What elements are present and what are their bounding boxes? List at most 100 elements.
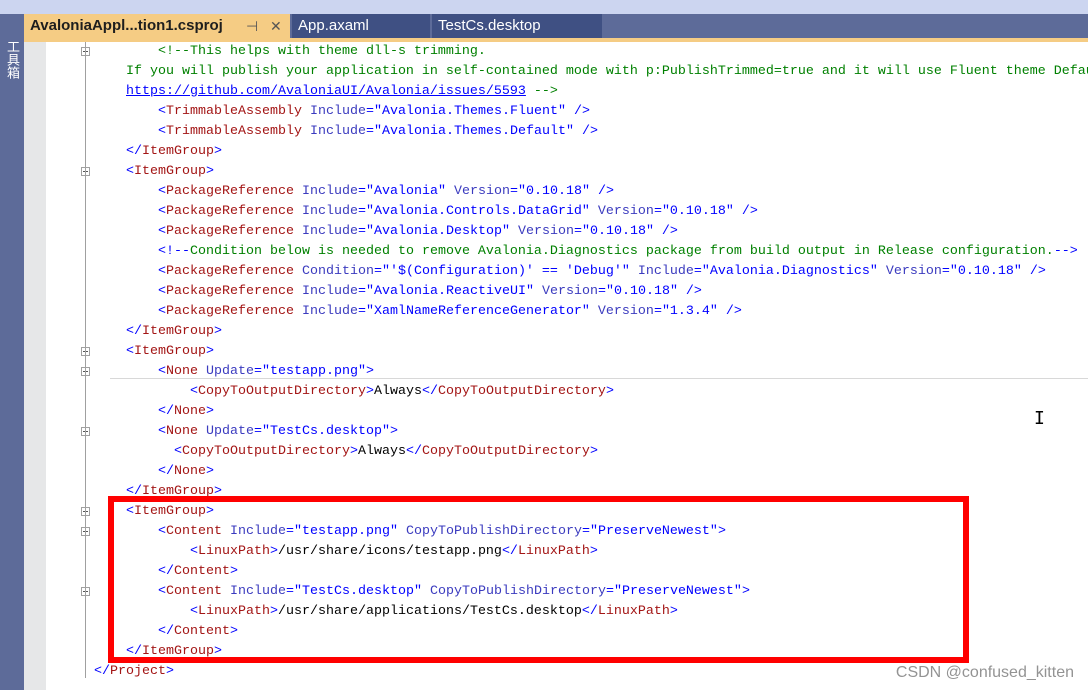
- code-line[interactable]: https://github.com/AvaloniaUI/Avalonia/i…: [126, 82, 558, 102]
- code-token: Include: [293, 284, 358, 299]
- code-line[interactable]: </ItemGroup>: [126, 142, 222, 162]
- code-token: >: [213, 324, 222, 339]
- code-line[interactable]: <ItemGroup>: [126, 342, 214, 362]
- code-token: </: [421, 384, 438, 399]
- code-token: "0.10.18": [661, 204, 734, 219]
- code-token: "Avalonia.Diagnostics": [701, 264, 878, 279]
- code-token: />: [677, 284, 702, 299]
- tab-testcs-desktop[interactable]: TestCs.desktop: [432, 14, 602, 38]
- code-token: Update: [198, 424, 254, 439]
- code-token: >: [349, 444, 358, 459]
- code-line[interactable]: If you will publish your application in …: [126, 62, 1088, 82]
- code-line[interactable]: <CopyToOutputDirectory>Always</CopyToOut…: [174, 442, 598, 462]
- fold-guide: [85, 42, 86, 678]
- code-line[interactable]: <PackageReference Include="Avalonia" Ver…: [158, 182, 614, 202]
- code-token: PackageReference: [166, 184, 294, 199]
- code-token: <: [158, 104, 166, 119]
- code-token: If you will publish your application in …: [126, 64, 1088, 79]
- code-token: <: [158, 204, 166, 219]
- code-token: />: [573, 124, 598, 139]
- code-line[interactable]: <None Update="testapp.png">: [158, 362, 374, 382]
- tab-app-axaml[interactable]: App.axaml: [292, 14, 430, 38]
- code-line[interactable]: <PackageReference Include="Avalonia.Cont…: [158, 202, 758, 222]
- code-token: ItemGroup: [142, 324, 214, 339]
- code-token: Condition below is needed to remove Aval…: [190, 244, 1054, 259]
- code-token: >: [205, 344, 214, 359]
- code-link[interactable]: https://github.com/AvaloniaUI/Avalonia/i…: [126, 84, 526, 99]
- code-token: <: [158, 264, 166, 279]
- code-token: "Avalonia": [365, 184, 446, 199]
- code-line[interactable]: <ItemGroup>: [126, 162, 214, 182]
- code-token: <: [126, 164, 134, 179]
- code-token: ItemGroup: [134, 344, 206, 359]
- code-token: =: [509, 184, 518, 199]
- code-token: "'$(Configuration)' == 'Debug'": [381, 264, 630, 279]
- code-token: ItemGroup: [134, 164, 206, 179]
- code-line[interactable]: </Project>: [94, 662, 174, 682]
- code-token: >: [213, 144, 222, 159]
- code-token: Include: [293, 184, 358, 199]
- code-token: "Avalonia.Themes.Fluent": [373, 104, 566, 119]
- code-token: Version: [589, 304, 654, 319]
- code-token: "0.10.18": [517, 184, 590, 199]
- code-line[interactable]: <PackageReference Include="XamlNameRefer…: [158, 302, 742, 322]
- code-line[interactable]: <PackageReference Include="Avalonia.Reac…: [158, 282, 702, 302]
- code-token: />: [653, 224, 678, 239]
- code-line[interactable]: <CopyToOutputDirectory>Always</CopyToOut…: [190, 382, 614, 402]
- code-token: =: [373, 264, 382, 279]
- code-line[interactable]: <TrimmableAssembly Include="Avalonia.The…: [158, 102, 590, 122]
- code-line[interactable]: <PackageReference Include="Avalonia.Desk…: [158, 222, 678, 242]
- code-token: =: [693, 264, 702, 279]
- code-token: Always: [357, 444, 406, 459]
- code-token: Include: [301, 124, 366, 139]
- code-token: "Avalonia.Desktop": [365, 224, 510, 239]
- pin-icon[interactable]: ⊣: [246, 14, 258, 38]
- code-token: =: [941, 264, 950, 279]
- code-token: PackageReference: [166, 204, 294, 219]
- title-strip: [0, 0, 1088, 14]
- code-token: >: [365, 384, 374, 399]
- tab-label: AvaloniaAppl...tion1.csproj: [30, 17, 223, 34]
- code-token: Version: [589, 204, 654, 219]
- code-token: =: [597, 284, 606, 299]
- code-token: "testapp.png": [262, 364, 366, 379]
- code-token: PackageReference: [166, 304, 294, 319]
- code-token: Version: [533, 284, 598, 299]
- code-token: "XamlNameReferenceGenerator": [365, 304, 590, 319]
- code-token: <!--: [158, 244, 190, 259]
- code-token: "TestCs.desktop": [262, 424, 390, 439]
- code-token: None: [166, 424, 198, 439]
- text-cursor-icon: I: [1034, 408, 1045, 429]
- code-token: Condition: [293, 264, 374, 279]
- code-token: =: [254, 364, 262, 379]
- code-token: <: [158, 124, 166, 139]
- code-line[interactable]: <!--Condition below is needed to remove …: [158, 242, 1078, 262]
- code-token: Include: [293, 304, 358, 319]
- code-line[interactable]: <TrimmableAssembly Include="Avalonia.The…: [158, 122, 598, 142]
- code-token: <: [158, 224, 166, 239]
- code-line[interactable]: </ItemGroup>: [126, 322, 222, 342]
- close-icon[interactable]: ✕: [270, 14, 282, 38]
- toolbox-sidebar[interactable]: 工具箱: [0, 14, 24, 690]
- code-token: -->: [1053, 244, 1078, 259]
- code-token: >: [605, 384, 614, 399]
- code-line[interactable]: </None>: [158, 402, 214, 422]
- code-line[interactable]: <PackageReference Condition="'$(Configur…: [158, 262, 1046, 282]
- code-line[interactable]: <None Update="TestCs.desktop">: [158, 422, 398, 442]
- code-token: =: [357, 204, 366, 219]
- code-token: None: [174, 464, 206, 479]
- toolbox-label[interactable]: 工具箱: [2, 40, 21, 79]
- code-token: None: [174, 404, 206, 419]
- code-token: =: [365, 124, 374, 139]
- code-token: =: [653, 204, 662, 219]
- code-token: >: [365, 364, 374, 379]
- tab-csproj[interactable]: AvaloniaAppl...tion1.csproj ⊣ ✕: [24, 14, 290, 38]
- code-line[interactable]: <!--This helps with theme dll-s trimming…: [158, 42, 486, 62]
- code-token: </: [126, 144, 142, 159]
- code-line[interactable]: </None>: [158, 462, 214, 482]
- code-token: </: [94, 664, 110, 679]
- code-token: "Avalonia.Controls.DataGrid": [365, 204, 590, 219]
- code-token: <: [190, 384, 198, 399]
- code-token: </: [158, 404, 174, 419]
- code-token: />: [1021, 264, 1046, 279]
